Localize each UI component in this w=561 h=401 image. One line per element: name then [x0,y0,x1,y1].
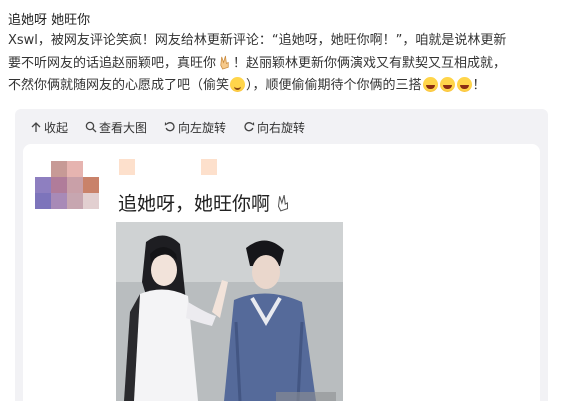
post-body: Xswl，被网友评论笑疯！网友给林更新评论：“追她呀，她旺你啊！”，咱就是说林更… [8,30,556,98]
drama-still-illustration [116,222,343,401]
rotate-left-icon [164,122,175,132]
zoom-icon [85,121,97,133]
victory-hand-icon [277,194,289,212]
blurred-username [119,159,135,175]
rotate-right-icon [244,122,255,132]
rotate-left-button[interactable]: 向左旋转 [164,118,226,136]
post-body-line-3: 不然你俩就随网友的心愿成了吧（偷笑 ），顺便偷偷期待个你俩的三搭！ [8,77,486,93]
smile-emoji-icon [230,77,246,92]
collapse-button[interactable]: 收起 [30,118,68,136]
collapse-icon [31,122,41,132]
embedded-post-text: 追她呀，她旺你啊 [118,189,292,216]
post-body-line-1: Xswl，被网友评论笑疯！网友给林更新评论：“追她呀，她旺你啊！”，咱就是说林更… [8,33,507,48]
avatar[interactable] [35,161,100,211]
blurred-meta [201,159,217,175]
drama-still-image[interactable] [116,222,343,401]
image-toolbar: 收起 查看大图 向左旋转 向右旋转 [30,118,305,136]
victory-hand-icon [220,55,229,70]
post-title: 追她呀 她旺你 [8,13,91,28]
image-card: 收起 查看大图 向左旋转 向右旋转 追她呀，她旺你啊 [15,109,548,401]
laughing-emoji-icon [456,77,472,92]
laughing-emoji-icon [439,77,455,92]
image-panel: 追她呀，她旺你啊 [23,144,540,401]
post-body-line-2: 要不听网友的话追赵丽颖吧，真旺你 ！赵丽颖林更新你俩演戏又有默契又互相成就， [8,55,507,71]
laughing-emoji-icon [422,77,438,92]
view-large-button[interactable]: 查看大图 [85,118,147,136]
rotate-right-button[interactable]: 向右旋转 [243,118,305,136]
